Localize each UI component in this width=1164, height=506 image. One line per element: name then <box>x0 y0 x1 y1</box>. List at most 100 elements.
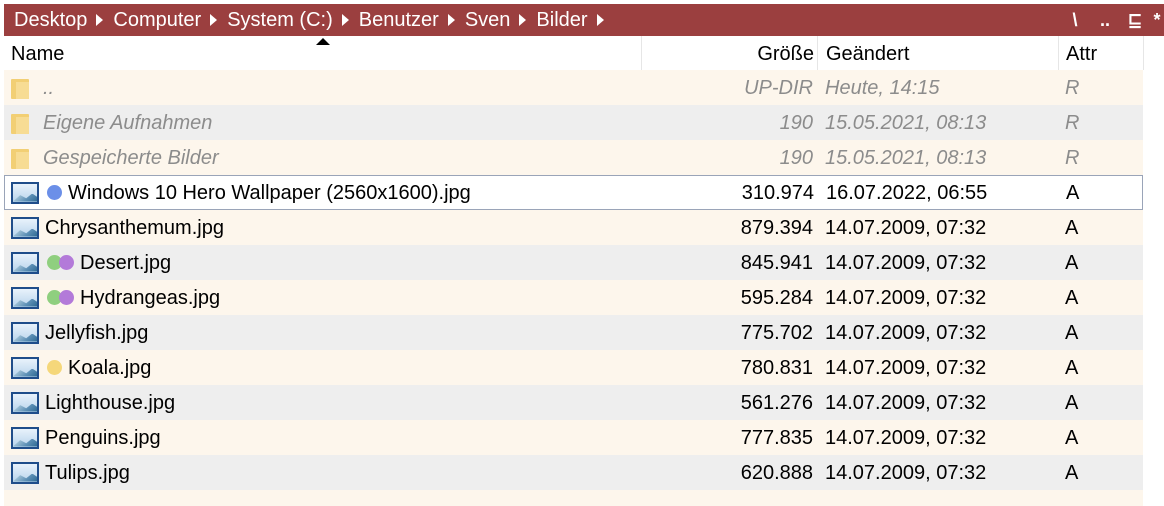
image-file-icon <box>11 181 39 204</box>
color-label-purple-icon <box>59 290 74 305</box>
breadcrumb-label: Benutzer <box>358 8 439 31</box>
column-header-attributes[interactable]: Attr <box>1058 36 1144 70</box>
file-row[interactable]: Penguins.jpg 777.835 14.07.2009, 07:32 A <box>4 420 1143 455</box>
folder-row[interactable]: .. UP-DIR Heute, 14:15 R <box>4 70 1143 105</box>
image-file-icon <box>11 286 39 309</box>
file-list[interactable]: .. UP-DIR Heute, 14:15 R Eigene Aufnahmen 190… <box>4 70 1143 506</box>
file-attributes: A <box>1065 427 1079 449</box>
breadcrumb-label: Computer <box>113 8 202 31</box>
file-size: 595.284 <box>740 287 813 309</box>
breadcrumb-item-bilder[interactable]: Bilder <box>536 9 613 32</box>
folder-row[interactable]: Gespeicherte Bilder 190 15.05.2021, 08:13 R <box>4 140 1143 175</box>
file-name-cell: Lighthouse.jpg <box>11 385 636 420</box>
root-path-button[interactable]: \ <box>1060 4 1090 36</box>
chevron-right-icon[interactable] <box>596 14 604 26</box>
file-name-cell: Eigene Aufnahmen <box>11 105 636 140</box>
chevron-right-icon[interactable] <box>96 14 104 26</box>
parent-folder-button[interactable]: .. <box>1090 4 1120 36</box>
file-name: Chrysanthemum.jpg <box>45 216 224 239</box>
file-name: Lighthouse.jpg <box>45 391 176 414</box>
file-attributes: A <box>1065 392 1079 414</box>
file-modified: 15.05.2021, 08:13 <box>825 112 987 134</box>
column-header-size[interactable]: Größe <box>641 36 816 70</box>
file-size: 845.941 <box>740 252 813 274</box>
file-row[interactable]: Lighthouse.jpg 561.276 14.07.2009, 07:32 A <box>4 385 1143 420</box>
breadcrumb-item-desktop[interactable]: Desktop <box>14 9 113 32</box>
color-label-yellow-icon <box>47 360 62 375</box>
file-name-cell: .. <box>11 70 636 105</box>
chevron-right-icon[interactable] <box>447 14 455 26</box>
image-file-icon <box>11 251 39 274</box>
file-size: 620.888 <box>740 462 813 484</box>
file-row[interactable]: Jellyfish.jpg 775.702 14.07.2009, 07:32 A <box>4 315 1143 350</box>
breadcrumb-label: System (C:) <box>227 8 333 31</box>
color-label-blue-icon <box>47 185 62 200</box>
file-size: 190 <box>779 147 813 169</box>
column-header: Name Größe Geändert Attr <box>4 36 1164 70</box>
breadcrumb-label: Desktop <box>14 8 88 31</box>
file-modified: 14.07.2009, 07:32 <box>825 217 987 239</box>
file-name-cell: Desert.jpg <box>11 245 636 280</box>
file-modified: 16.07.2022, 06:55 <box>826 182 988 204</box>
image-file-icon <box>11 356 39 379</box>
breadcrumb-item-sven[interactable]: Sven <box>465 9 537 32</box>
color-labels <box>47 290 74 305</box>
file-name: Koala.jpg <box>68 356 152 379</box>
file-name: Jellyfish.jpg <box>45 321 149 344</box>
file-row[interactable]: Chrysanthemum.jpg 879.394 14.07.2009, 07:3… <box>4 210 1143 245</box>
file-attributes: A <box>1065 252 1079 274</box>
file-name: Penguins.jpg <box>45 426 161 449</box>
chevron-right-icon[interactable] <box>210 14 218 26</box>
file-name-cell: Jellyfish.jpg <box>11 315 636 350</box>
file-modified: 14.07.2009, 07:32 <box>825 392 987 414</box>
file-name-cell: Hydrangeas.jpg <box>11 280 636 315</box>
breadcrumb-item-benutzer[interactable]: Benutzer <box>359 9 465 32</box>
file-name: .. <box>43 76 55 99</box>
folder-icon <box>11 77 29 99</box>
breadcrumb-item-computer[interactable]: Computer <box>113 9 227 32</box>
breadcrumb-bar: Desktop Computer System (C:) Benutzer Sv… <box>4 4 1164 36</box>
file-row[interactable]: Tulips.jpg 620.888 14.07.2009, 07:32 A <box>4 455 1143 490</box>
favorites-button[interactable]: * <box>1150 4 1164 36</box>
color-labels <box>47 255 74 270</box>
image-file-icon <box>11 391 39 414</box>
breadcrumb-item-system-drive[interactable]: System (C:) <box>227 9 359 32</box>
file-attributes: A <box>1065 322 1079 344</box>
file-size: 190 <box>779 112 813 134</box>
file-size: 561.276 <box>740 392 813 414</box>
file-attributes: R <box>1065 147 1080 169</box>
folder-icon <box>11 112 29 134</box>
file-size: 777.835 <box>740 427 813 449</box>
chevron-right-icon[interactable] <box>341 14 349 26</box>
sort-ascending-icon <box>316 38 330 45</box>
file-modified: 14.07.2009, 07:32 <box>825 427 987 449</box>
file-row[interactable]: Desert.jpg 845.941 14.07.2009, 07:32 A <box>4 245 1143 280</box>
file-row[interactable]: Hydrangeas.jpg 595.284 14.07.2009, 07:32 A <box>4 280 1143 315</box>
file-size: 775.702 <box>740 322 813 344</box>
file-name: Windows 10 Hero Wallpaper (2560x1600).jp… <box>68 181 471 204</box>
file-modified: 14.07.2009, 07:32 <box>825 252 987 274</box>
file-attributes: R <box>1065 112 1080 134</box>
file-attributes: A <box>1065 462 1079 484</box>
file-modified: 14.07.2009, 07:32 <box>825 322 987 344</box>
image-file-icon <box>11 216 39 239</box>
file-row[interactable]: Windows 10 Hero Wallpaper (2560x1600).jp… <box>4 175 1143 210</box>
file-attributes: R <box>1065 77 1080 99</box>
file-size: 879.394 <box>740 217 813 239</box>
file-modified: 14.07.2009, 07:32 <box>825 287 987 309</box>
file-attributes: A <box>1065 217 1079 239</box>
image-file-icon <box>11 321 39 344</box>
file-attributes: A <box>1065 287 1079 309</box>
file-name: Hydrangeas.jpg <box>80 286 221 309</box>
file-row[interactable]: Koala.jpg 780.831 14.07.2009, 07:32 A <box>4 350 1143 385</box>
column-header-modified[interactable]: Geändert <box>817 36 1057 70</box>
image-file-icon <box>11 426 39 449</box>
file-name-cell: Koala.jpg <box>11 350 636 385</box>
chevron-right-icon[interactable] <box>519 14 527 26</box>
breadcrumb-label: Bilder <box>536 8 588 31</box>
folder-row[interactable]: Eigene Aufnahmen 190 15.05.2021, 08:13 R <box>4 105 1143 140</box>
tree-view-button[interactable]: ⊑ <box>1120 4 1150 36</box>
color-labels <box>47 360 62 375</box>
breadcrumb-label: Sven <box>464 8 511 31</box>
file-size: 780.831 <box>740 357 813 379</box>
